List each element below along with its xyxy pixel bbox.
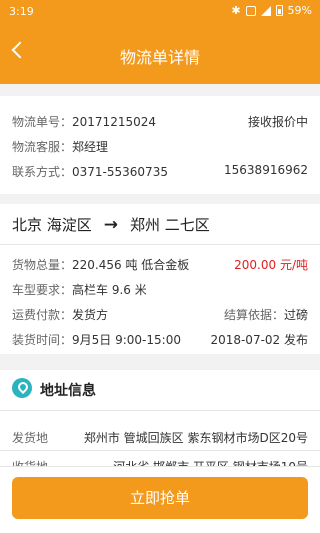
publish-date: 2018-07-02 发布 [210, 333, 308, 347]
contact-card: 物流单号：20171215024 接收报价中 物流客服：郑经理 联系方式：037… [0, 96, 320, 194]
bottom-action-bar: 立即抢单 [0, 466, 320, 533]
battery-icon [275, 5, 283, 16]
order-status: 接收报价中 [247, 115, 308, 129]
phone-number[interactable]: 0371-55360735 [72, 165, 168, 179]
page-title: 物流单详情 [119, 48, 200, 67]
load-time-row: 装货时间：9月5日 9:00-15:00 2018-07-02 发布 [12, 331, 308, 348]
phone-label: 联系方式： [12, 165, 73, 179]
agent-label: 物流客服： [12, 140, 73, 154]
route-to: 郑州 二七区 [130, 216, 210, 234]
load-time-value: 9月5日 9:00-15:00 [72, 333, 181, 347]
route-from: 北京 海淀区 [12, 216, 92, 234]
load-time-label: 装货时间： [12, 333, 73, 347]
ship-address: 郑州市 管城回族区 紫东钢材市场D区20号 [83, 431, 308, 445]
order-number-label: 物流单号： [12, 115, 73, 129]
payment-row: 运费付款：发货方 结算依据：过磅 [12, 306, 308, 323]
route-arrow-icon: → [103, 214, 119, 235]
location-pin-icon [12, 378, 32, 398]
order-number-row: 物流单号：20171215024 接收报价中 [12, 113, 308, 130]
status-time: 3:19 [9, 5, 34, 18]
bluetooth-icon: ✱ [231, 4, 241, 17]
truck-value: 高栏车 9.6 米 [72, 283, 147, 297]
price-value: 200.00 元/吨 [234, 258, 308, 272]
truck-row: 车型要求：高栏车 9.6 米 [12, 281, 308, 298]
agent-name: 郑经理 [72, 140, 109, 154]
grab-order-button[interactable]: 立即抢单 [12, 477, 308, 519]
mobile-number[interactable]: 15638916962 [224, 163, 308, 177]
truck-label: 车型要求： [12, 283, 73, 297]
signal-icon [260, 5, 271, 16]
weight-row: 货物总量：220.456 吨 低合金板 200.00 元/吨 [12, 256, 308, 273]
address-section-title: 地址信息 [40, 383, 96, 399]
ship-address-label: 发货地 [12, 431, 49, 445]
status-icons: ✱ 59% [231, 4, 312, 17]
agent-row: 物流客服：郑经理 [12, 138, 308, 155]
settle-label: 结算依据： [223, 308, 284, 322]
route-header: 北京 海淀区 → 郑州 二七区 [12, 214, 210, 235]
payer-label: 运费付款： [12, 308, 73, 322]
divider [0, 410, 320, 411]
address-card: 地址信息 发货地 郑州市 管城回族区 紫东钢材市场D区20号 收货地 河北省 邯… [0, 370, 320, 480]
ship-address-row: 发货地 郑州市 管城回族区 紫东钢材市场D区20号 [12, 429, 308, 446]
order-number: 20171215024 [72, 115, 156, 129]
divider [0, 244, 320, 245]
battery-percent: 59% [287, 4, 312, 17]
settle-value: 过磅 [283, 308, 308, 322]
divider [0, 450, 320, 451]
weight-value: 220.456 吨 低合金板 [72, 258, 190, 272]
vibrate-icon [245, 5, 256, 16]
route-card: 北京 海淀区 → 郑州 二七区 货物总量：220.456 吨 低合金板 200.… [0, 204, 320, 354]
weight-label: 货物总量： [12, 258, 73, 272]
status-bar: 3:19 ✱ 59% [0, 0, 320, 24]
payer-value: 发货方 [72, 308, 109, 322]
nav-bar: 物流单详情 [0, 24, 320, 84]
phone-row: 联系方式：0371-55360735 15638916962 [12, 163, 308, 180]
